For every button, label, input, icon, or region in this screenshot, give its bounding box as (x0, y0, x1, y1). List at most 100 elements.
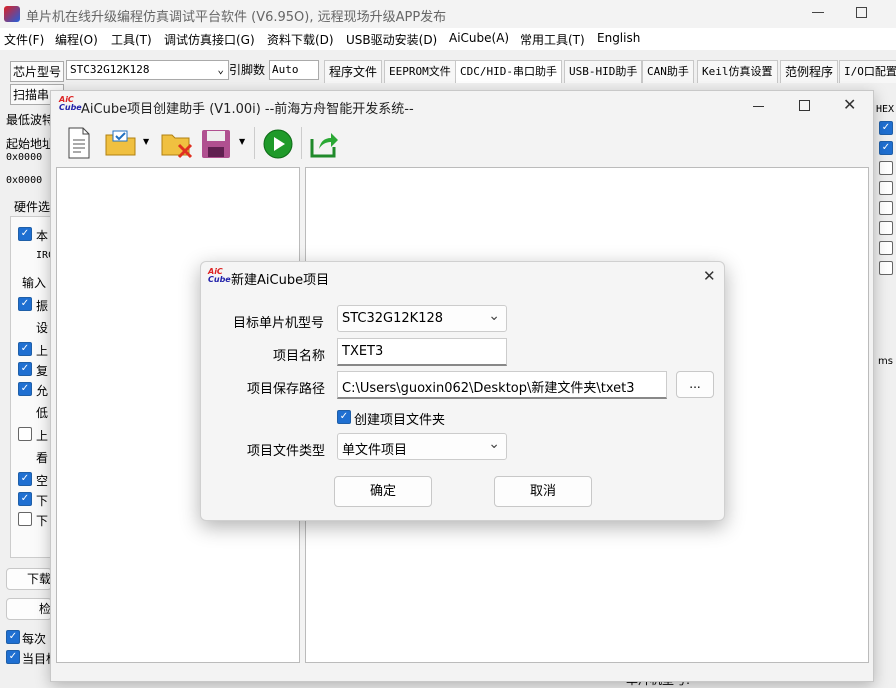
menu-program[interactable]: 编程(O) (55, 31, 98, 48)
hw-options-tab[interactable]: 硬件选 (14, 198, 50, 215)
hex-label: HEX (876, 104, 895, 115)
browse-button[interactable]: ... (676, 371, 714, 398)
ok-button[interactable]: 确定 (334, 476, 432, 507)
menu-debug[interactable]: 调试仿真接口(G) (164, 31, 255, 48)
dialog-close-icon[interactable]: ✕ (703, 267, 716, 285)
cancel-button[interactable]: 取消 (494, 476, 592, 507)
project-name-label: 项目名称 (273, 349, 326, 364)
right-checkbox-6[interactable] (879, 221, 893, 235)
checkbox-3[interactable]: ✓ (18, 342, 32, 356)
option-label: 允 (36, 384, 49, 398)
chevron-down-icon[interactable]: ▼ (239, 137, 245, 146)
right-checkbox-3[interactable] (879, 161, 893, 175)
addr-field-2[interactable]: 0x0000 (6, 175, 42, 186)
pins-select[interactable]: Auto (269, 60, 319, 80)
aicube-toolbar: ▼ ▼ (51, 121, 873, 165)
menu-aicube[interactable]: AiCube(A) (449, 31, 509, 45)
option-label: 输入 (22, 276, 47, 290)
open-project-icon[interactable] (105, 129, 137, 157)
tab-eeprom-file[interactable]: EEPROM文件 (384, 60, 456, 83)
tab-io-config[interactable]: I/O口配置 (839, 60, 896, 83)
project-name-input[interactable]: TXET3 (337, 338, 507, 366)
checkbox-1[interactable]: ✓ (18, 227, 32, 241)
tab-keil[interactable]: Keil仿真设置 (697, 60, 778, 83)
every-time-label: 每次 (22, 632, 47, 646)
menu-english[interactable]: English (597, 31, 640, 45)
checkbox-6[interactable] (18, 427, 32, 441)
main-menubar: 文件(F) 编程(O) 工具(T) 调试仿真接口(G) 资料下载(D) USB驱… (0, 28, 896, 50)
every-time-checkbox[interactable]: ✓ (6, 630, 20, 644)
option-label: 下 (36, 494, 49, 508)
tab-examples[interactable]: 范例程序 (780, 60, 839, 83)
option-label: 低 (36, 406, 49, 420)
option-label: 复 (36, 364, 49, 378)
close-icon[interactable]: ✕ (843, 95, 856, 114)
tab-can[interactable]: CAN助手 (642, 60, 694, 83)
main-title: 单片机在线升级编程仿真调试平台软件 (V6.95O), 远程现场升级APP发布 (26, 10, 447, 25)
option-label: 上 (36, 429, 49, 443)
menu-common-tools[interactable]: 常用工具(T) (520, 31, 585, 48)
dialog-title: 新建AiCube项目 (231, 273, 330, 288)
menu-download[interactable]: 资料下载(D) (267, 31, 334, 48)
option-label: 空 (36, 474, 49, 488)
chevron-down-icon[interactable]: ▼ (143, 137, 149, 146)
maximize-icon[interactable] (799, 100, 810, 111)
file-type-label: 项目文件类型 (247, 444, 326, 459)
aicube-title: AiCube项目创建助手 (V1.00i) --前海方舟智能开发系统-- (81, 102, 414, 117)
target-mcu-select[interactable]: STC32G12K128 ⌄ (337, 305, 507, 332)
export-icon[interactable] (309, 129, 339, 159)
right-checkbox-7[interactable] (879, 241, 893, 255)
checkbox-2[interactable]: ✓ (18, 297, 32, 311)
checkbox-4[interactable]: ✓ (18, 362, 32, 376)
pins-label: 引脚数 (229, 63, 266, 77)
chip-model-select[interactable]: STC32G12K128 ⌄ (66, 60, 229, 80)
check-button[interactable]: 检 (6, 598, 52, 620)
start-addr-label: 起始地址 (6, 137, 55, 151)
chevron-down-icon: ⌄ (217, 63, 224, 76)
save-icon[interactable] (201, 129, 231, 159)
checkbox-5[interactable]: ✓ (18, 382, 32, 396)
minimize-icon[interactable] (812, 12, 824, 13)
download-button[interactable]: 下载 (6, 568, 52, 590)
save-path-input[interactable]: C:\Users\guoxin062\Desktop\新建文件夹\txet3 (337, 371, 667, 399)
aicube-logo-icon: AiC Cube (59, 95, 82, 112)
create-folder-label: 创建项目文件夹 (354, 413, 446, 428)
min-baud-label: 最低波特 (6, 113, 55, 127)
tab-serial-helper[interactable]: CDC/HID-串口助手 (455, 60, 562, 83)
checkbox-8[interactable]: ✓ (18, 492, 32, 506)
right-checkbox-1[interactable]: ✓ (879, 121, 893, 135)
right-checkbox-4[interactable] (879, 181, 893, 195)
new-document-icon[interactable] (67, 127, 91, 159)
option-label: 下 (36, 514, 49, 528)
menu-tools[interactable]: 工具(T) (111, 31, 152, 48)
maximize-icon[interactable] (856, 7, 867, 18)
checkbox-9[interactable] (18, 512, 32, 526)
dialog-logo-icon: AiC Cube (208, 267, 231, 284)
right-checkbox-2[interactable]: ✓ (879, 141, 893, 155)
menu-usb[interactable]: USB驱动安装(D) (346, 31, 437, 48)
file-type-select[interactable]: 单文件项目 ⌄ (337, 433, 507, 460)
menu-file[interactable]: 文件(F) (4, 31, 44, 48)
ms-label: ms (878, 356, 893, 367)
main-tabs: 程序文件 EEPROM文件 CDC/HID-串口助手 USB-HID助手 CAN… (324, 60, 896, 83)
option-label: 本 (36, 229, 49, 243)
new-project-dialog: AiC Cube 新建AiCube项目 ✕ 目标单片机型号 STC32G12K12… (200, 261, 725, 521)
tab-usb-hid[interactable]: USB-HID助手 (564, 60, 643, 83)
save-path-label: 项目保存路径 (247, 382, 326, 397)
chip-model-label: 芯片型号 (10, 61, 65, 82)
minimize-icon[interactable] (753, 106, 764, 107)
close-project-icon[interactable] (161, 131, 193, 159)
chevron-down-icon: ⌄ (488, 308, 500, 324)
option-label: 上 (36, 344, 49, 358)
current-target-checkbox[interactable]: ✓ (6, 650, 20, 664)
chevron-down-icon: ⌄ (488, 436, 500, 452)
option-label: 设 (36, 321, 49, 335)
right-checkbox-8[interactable] (879, 261, 893, 275)
toolbar-divider (254, 127, 255, 159)
tab-program-file[interactable]: 程序文件 (324, 60, 383, 83)
right-checkbox-5[interactable] (879, 201, 893, 215)
addr-field-1[interactable]: 0x0000 (6, 152, 42, 163)
run-icon[interactable] (263, 129, 293, 159)
checkbox-7[interactable]: ✓ (18, 472, 32, 486)
create-folder-checkbox[interactable]: ✓ (337, 410, 351, 424)
